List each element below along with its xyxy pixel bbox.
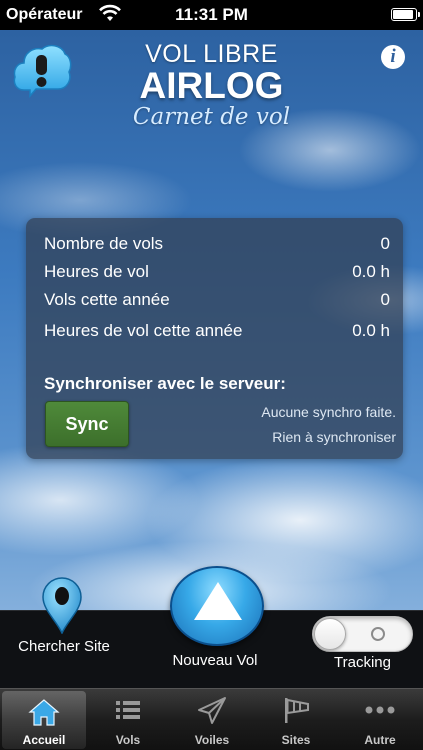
stat-value: 0 [380, 234, 390, 253]
tab-label: Accueil [22, 733, 66, 747]
tab-vols[interactable]: Vols [86, 689, 170, 750]
clock: 11:31 PM [175, 5, 248, 24]
more-icon [365, 706, 395, 714]
tab-label: Sites [281, 733, 311, 747]
new-flight-label[interactable]: Nouveau Vol [150, 652, 280, 669]
tab-autre[interactable]: Autre [338, 689, 422, 750]
tracking-label: Tracking [334, 654, 391, 671]
arrow-up-icon [194, 582, 242, 620]
sync-pending-text: Rien à synchroniser [272, 429, 396, 445]
tab-accueil[interactable]: Accueil [2, 691, 86, 749]
map-pin-icon[interactable] [40, 576, 84, 634]
tab-label: Vols [115, 733, 141, 747]
stat-value: 0.0 h [352, 321, 390, 340]
tab-label: Autre [364, 733, 396, 747]
stat-label: Heures de vol cette année [44, 321, 243, 340]
tab-label: Voiles [194, 733, 230, 747]
paper-plane-icon [198, 697, 226, 724]
new-flight-button[interactable] [170, 566, 264, 646]
stat-label: Heures de vol [44, 262, 149, 281]
windsock-icon [285, 698, 309, 723]
stat-value: 0 [380, 290, 390, 309]
tab-bar: Accueil Vols Voiles Sites Autre [0, 688, 423, 750]
sync-status-text: Aucune synchro faite. [261, 404, 396, 420]
status-bar: Opérateur 11:31 PM [0, 0, 423, 30]
tab-voiles[interactable]: Voiles [170, 689, 254, 750]
search-site-label[interactable]: Chercher Site [12, 637, 116, 656]
stat-label: Vols cette année [44, 290, 170, 309]
sync-heading: Synchroniser avec le serveur: [44, 374, 286, 393]
stat-value: 0.0 h [352, 262, 390, 281]
list-icon [116, 701, 140, 719]
tracking-toggle[interactable] [312, 616, 413, 652]
sync-button[interactable]: Sync [45, 401, 129, 447]
app-subtitle: Carnet de vol [132, 104, 291, 130]
home-icon [28, 699, 60, 726]
toggle-knob[interactable] [314, 618, 346, 650]
toggle-off-icon [371, 627, 385, 641]
tab-sites[interactable]: Sites [254, 689, 338, 750]
stat-label: Nombre de vols [44, 234, 164, 253]
stats-panel: Nombre de vols 0 Heures de vol 0.0 h Vol… [26, 218, 403, 459]
app-title: AIRLOG [139, 65, 284, 106]
battery-level [393, 10, 413, 19]
battery-icon [391, 8, 420, 21]
